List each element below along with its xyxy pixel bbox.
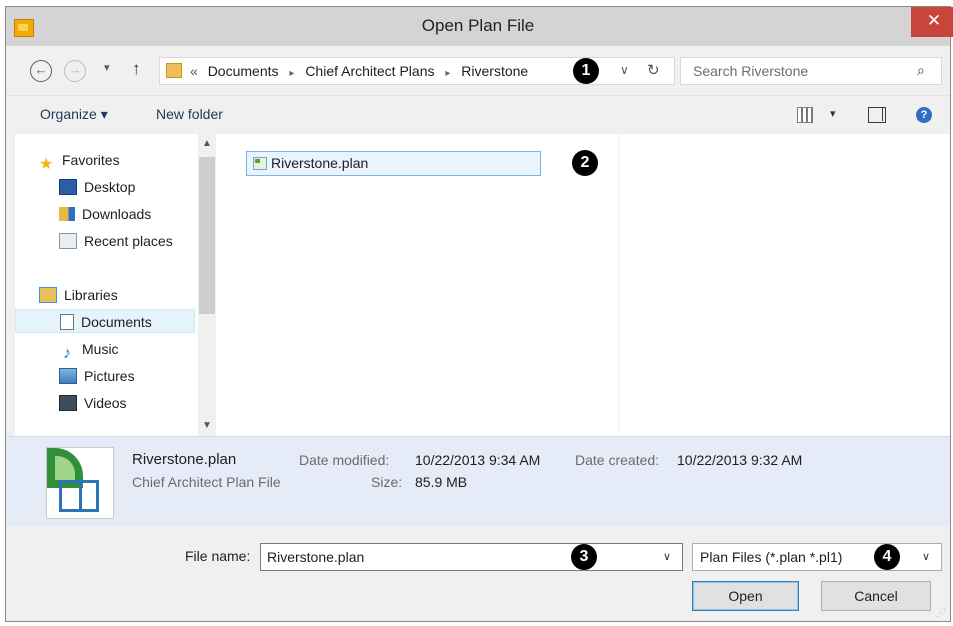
search-input[interactable]: Search Riverstone ⌕ — [680, 57, 942, 85]
open-button[interactable]: Open — [692, 581, 799, 611]
navigation-scrollbar[interactable]: ▲ ▼ — [198, 134, 216, 436]
chevron-right-icon[interactable]: ▸ — [445, 68, 450, 79]
command-toolbar: Organize ▾ New folder ▾ ? — [6, 96, 950, 134]
list-item[interactable]: Riverstone.plan — [246, 151, 541, 176]
sidebar-item-libraries[interactable]: Libraries — [39, 283, 118, 307]
view-dropdown-icon[interactable]: ▾ — [830, 107, 836, 120]
resize-grip-icon[interactable]: ⋰ — [936, 608, 946, 619]
navigation-bar: ← → ▾ ↑ « Documents ▸ Chief Architect Pl… — [6, 46, 950, 96]
sidebar-item-documents[interactable]: Documents — [15, 309, 195, 333]
callout-badge-4: 4 — [874, 544, 900, 570]
sidebar-item-label: Downloads — [82, 206, 152, 222]
recent-locations-dropdown[interactable]: ▾ — [104, 61, 110, 74]
date-modified-value: 10/22/2013 9:34 AM — [415, 452, 541, 468]
navigation-pane: ★ Favorites Desktop Downloads Recent plac… — [15, 134, 219, 436]
scroll-down-icon[interactable]: ▼ — [202, 420, 212, 431]
callout-badge-2: 2 — [572, 150, 598, 176]
size-label: Size: — [371, 474, 403, 490]
pictures-icon — [59, 368, 77, 385]
breadcrumb-riverstone[interactable]: Riverstone — [461, 63, 528, 79]
breadcrumb-chief-architect-plans[interactable]: Chief Architect Plans — [305, 63, 434, 79]
address-dropdown-icon[interactable]: ∨ — [620, 63, 629, 77]
dialog-title: Open Plan File — [421, 16, 535, 35]
sidebar-item-favorites[interactable]: ★ Favorites — [39, 148, 120, 174]
plan-file-icon — [46, 447, 114, 519]
callout-badge-3: 3 — [571, 544, 597, 570]
size-value: 85.9 MB — [415, 474, 468, 490]
details-pane: Riverstone.plan Chief Architect Plan Fil… — [6, 436, 950, 527]
sidebar-item-label: Music — [82, 341, 119, 357]
refresh-icon[interactable]: ↻ — [647, 61, 660, 79]
date-created-value: 10/22/2013 9:32 AM — [677, 452, 803, 468]
close-button[interactable]: ✕ — [911, 7, 953, 37]
downloads-icon — [59, 207, 75, 222]
sidebar-item-label: Recent places — [84, 233, 173, 249]
detail-file-type: Chief Architect Plan File — [132, 474, 281, 490]
file-type-value[interactable]: Plan Files (*.plan *.pl1) — [700, 549, 842, 565]
open-file-dialog: Open Plan File ✕ ← → ▾ ↑ « Documents ▸ C… — [5, 6, 953, 622]
libraries-icon — [39, 287, 57, 304]
search-icon[interactable]: ⌕ — [917, 62, 925, 79]
file-name-label: File name: — [185, 548, 251, 564]
file-list[interactable]: Riverstone.plan 2 — [219, 134, 950, 436]
sidebar-item-label: Desktop — [84, 179, 136, 195]
forward-icon[interactable]: → — [64, 60, 86, 82]
sidebar-item-pictures[interactable]: Pictures — [59, 364, 135, 388]
cancel-button[interactable]: Cancel — [821, 581, 931, 611]
date-created-label: Date created: — [575, 452, 660, 468]
breadcrumb-overflow[interactable]: « — [190, 63, 198, 79]
chevron-down-icon[interactable]: ∨ — [922, 550, 930, 563]
star-icon: ★ — [39, 156, 54, 174]
detail-file-name: Riverstone.plan — [132, 451, 237, 468]
chevron-right-icon[interactable]: ▸ — [289, 68, 294, 79]
address-bar[interactable]: « Documents ▸ Chief Architect Plans ▸ Ri… — [159, 57, 675, 85]
search-placeholder: Search Riverstone — [693, 63, 809, 79]
sidebar-item-videos[interactable]: Videos — [59, 391, 127, 415]
title-bar: Open Plan File — [6, 7, 950, 46]
date-modified-label: Date modified: — [299, 452, 390, 468]
desktop-icon — [59, 179, 77, 196]
chevron-down-icon[interactable]: ∨ — [663, 550, 671, 563]
preview-pane-icon[interactable] — [868, 107, 886, 123]
scroll-up-icon[interactable]: ▲ — [202, 138, 212, 149]
file-name-field[interactable]: Riverstone.plan ∨ — [260, 543, 683, 571]
dialog-footer: File name: Riverstone.plan ∨ 3 Plan File… — [6, 526, 950, 621]
new-folder-button[interactable]: New folder — [156, 106, 223, 122]
documents-icon — [60, 314, 74, 331]
back-icon[interactable]: ← — [30, 60, 52, 82]
sidebar-item-recent-places[interactable]: Recent places — [59, 229, 173, 253]
plan-file-icon — [253, 157, 267, 170]
file-name: Riverstone.plan — [271, 155, 369, 171]
sidebar-item-label: Documents — [81, 314, 152, 330]
videos-icon — [59, 395, 77, 412]
sidebar-item-desktop[interactable]: Desktop — [59, 175, 135, 199]
sidebar-item-label: Pictures — [84, 368, 135, 384]
help-icon[interactable]: ? — [916, 107, 932, 123]
breadcrumb: « Documents ▸ Chief Architect Plans ▸ Ri… — [190, 63, 528, 79]
column-divider — [618, 134, 619, 436]
file-name-value[interactable]: Riverstone.plan — [267, 549, 364, 565]
sidebar-item-label: Libraries — [64, 287, 118, 303]
folder-icon — [166, 63, 182, 78]
sidebar-item-downloads[interactable]: Downloads — [59, 202, 151, 226]
file-type-select[interactable]: Plan Files (*.plan *.pl1) ∨ — [692, 543, 942, 571]
organize-button[interactable]: Organize ▾ — [40, 106, 108, 123]
callout-badge-1: 1 — [573, 58, 599, 84]
sidebar-item-label: Favorites — [62, 152, 120, 168]
breadcrumb-documents[interactable]: Documents — [208, 63, 279, 79]
scrollbar-thumb[interactable] — [199, 157, 215, 314]
up-icon[interactable]: ↑ — [132, 59, 141, 79]
view-icon[interactable] — [797, 107, 813, 123]
recent-places-icon — [59, 233, 77, 250]
sidebar-item-music[interactable]: ♪ Music — [59, 337, 119, 363]
sidebar-item-label: Videos — [84, 395, 127, 411]
music-icon: ♪ — [63, 345, 71, 363]
